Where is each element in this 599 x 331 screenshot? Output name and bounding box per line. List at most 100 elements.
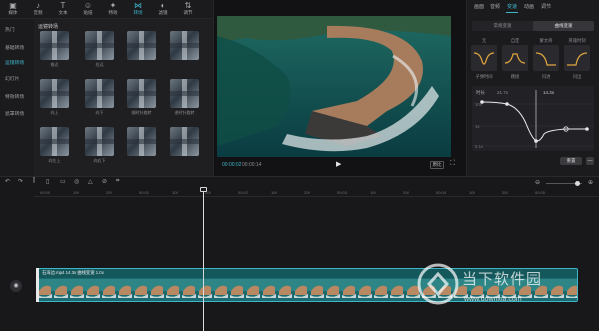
ruler-tick: 10f — [172, 190, 178, 195]
tab-image[interactable]: 画面 — [474, 3, 484, 10]
fullscreen-icon[interactable]: ⛶ — [450, 160, 455, 168]
thumb-band — [40, 91, 69, 96]
thumb-band — [170, 139, 199, 144]
tab-adjust[interactable]: 调节 — [541, 3, 551, 10]
normal-speed-option[interactable]: 常规变速 — [472, 21, 533, 31]
preset-name-flash-in: 闪进 — [541, 74, 551, 79]
time-ruler[interactable] — [34, 189, 599, 197]
transition-card[interactable] — [40, 79, 69, 108]
sticker-icon: ☺ — [83, 1, 93, 10]
transition-card-label: 顺时针旋转 — [131, 110, 152, 115]
video-frame[interactable] — [217, 16, 451, 157]
ruler-tick: 00:05 — [535, 190, 546, 195]
nav-item-camera[interactable]: 运镜转场 — [5, 59, 24, 66]
adjust-icon: ⇅ — [184, 1, 192, 10]
adjust-tab[interactable]: ⇅ 调节 — [177, 1, 199, 18]
transition-card[interactable] — [40, 31, 69, 60]
tab-audio[interactable]: 音频 — [490, 3, 500, 10]
playhead-line[interactable] — [203, 188, 204, 331]
transition-card[interactable] — [40, 127, 69, 156]
transition-card[interactable] — [170, 31, 199, 60]
clip-trim-handle-left[interactable] — [36, 268, 39, 302]
aspect-ratio-button[interactable]: 原比 — [430, 161, 444, 169]
preset-bullet-time[interactable] — [471, 45, 497, 71]
crop-icon[interactable]: ⌗ — [116, 178, 119, 185]
jump-cut-curve-icon — [504, 53, 526, 64]
transition-card-label: 向下 — [95, 110, 104, 115]
curve-speed-option[interactable]: 曲线变速 — [533, 21, 594, 31]
transition-card[interactable] — [85, 79, 114, 108]
transition-card-label: 向左上 — [48, 158, 61, 163]
tab-animation[interactable]: 动画 — [524, 3, 534, 10]
new-duration: 14.3s — [543, 90, 555, 95]
delete-icon[interactable]: ▯ — [46, 178, 49, 185]
speed-curve-editor[interactable] — [472, 86, 594, 151]
text-tab[interactable]: T 文本 — [52, 1, 74, 18]
transition-card[interactable] — [127, 127, 156, 156]
zoom-out-icon[interactable]: ⊖ — [535, 179, 540, 186]
transition-card[interactable] — [170, 79, 199, 108]
mirror-icon[interactable]: △ — [88, 178, 93, 185]
ruler-tick: 20f — [106, 190, 112, 195]
transition-card[interactable] — [85, 31, 114, 60]
ruler-tick: 10f — [469, 190, 475, 195]
preset-label-none: 无 — [481, 38, 487, 43]
undo-icon[interactable]: ↶ — [5, 178, 10, 185]
top-toolbar: ▣ 媒体 ♪ 音频 T 文本 ☺ 贴纸 ✦ 特效 ⋈ 转场 ◐ 滤镜 ⇅ 调节 — [0, 0, 213, 19]
redo-icon[interactable]: ↷ — [18, 178, 23, 185]
rotate-icon[interactable]: ⊘ — [102, 178, 107, 185]
thumb-band — [127, 139, 156, 144]
total-time: 00:00:14 — [242, 162, 262, 168]
flash-in-curve-icon — [535, 52, 556, 66]
nav-item-fx[interactable]: 特效转场 — [5, 93, 24, 100]
ytick-0-1x: 0.1x — [475, 144, 484, 149]
split-icon[interactable]: ⫿ — [33, 178, 35, 185]
nav-item-basic[interactable]: 基础转场 — [5, 44, 24, 51]
ruler-tick: 20f — [304, 190, 310, 195]
transition-card[interactable] — [85, 127, 114, 156]
transition-card[interactable] — [170, 127, 199, 156]
transition-card-label: 拉远 — [95, 62, 104, 67]
delete-point-button[interactable]: — — [586, 157, 594, 165]
reset-button[interactable]: 重置 — [560, 157, 582, 165]
transition-card-label: 推近 — [50, 62, 59, 67]
nav-item-hot[interactable]: 热门 — [5, 26, 15, 33]
preset-flash-in[interactable] — [533, 45, 559, 71]
preset-name-bullet-time: 子弹时间 — [475, 74, 493, 79]
transition-card[interactable] — [127, 79, 156, 108]
audio-tab[interactable]: ♪ 音频 — [27, 1, 49, 18]
thumb-band — [127, 91, 156, 96]
nav-item-mask[interactable]: 遮罩转场 — [5, 110, 24, 117]
transition-tab[interactable]: ⋈ 转场 — [127, 1, 149, 18]
effects-tab[interactable]: ✦ 特效 — [102, 1, 124, 18]
reverse-icon[interactable]: ◎ — [74, 178, 79, 185]
ruler-tick: 00:02 — [238, 190, 249, 195]
tab-speed[interactable]: 变速 — [507, 3, 517, 10]
zoom-slider-handle[interactable] — [575, 181, 580, 186]
media-tab[interactable]: ▣ 媒体 — [2, 1, 24, 18]
active-tab-indicator — [506, 12, 518, 13]
play-button[interactable]: ▶ — [336, 160, 341, 168]
freeze-icon[interactable]: ▭ — [60, 178, 66, 185]
transition-card-label: 向上 — [50, 110, 59, 115]
ruler-tick: 00:00 — [40, 190, 51, 195]
ruler-tick: 10f — [73, 190, 79, 195]
nav-item-slideshow[interactable]: 幻灯片 — [5, 75, 19, 82]
preset-jump-cut[interactable] — [502, 45, 528, 71]
effects-icon: ✦ — [109, 1, 117, 10]
watermark-url: www.downxia.com — [464, 296, 522, 303]
preset-name-flash-out: 闪出 — [572, 74, 582, 79]
category-nav: 热门 基础转场 运镜转场 幻灯片 特效转场 遮罩转场 — [0, 19, 34, 176]
duration-label: 时长 — [476, 90, 485, 95]
sticker-tab[interactable]: ☺ 贴纸 — [77, 1, 99, 18]
playhead-handle[interactable] — [200, 187, 207, 192]
preset-flash-out[interactable] — [564, 45, 590, 71]
audio-icon: ♪ — [36, 1, 40, 10]
thumb-band — [85, 91, 114, 96]
filter-tab[interactable]: ◐ 滤镜 — [152, 1, 174, 18]
cover-button[interactable]: ◉ — [10, 280, 22, 292]
zoom-in-icon[interactable]: ⊕ — [588, 179, 593, 186]
thumb-band — [40, 43, 69, 48]
transition-card[interactable] — [127, 31, 156, 60]
watermark-text: 当下软件园 — [462, 271, 543, 288]
